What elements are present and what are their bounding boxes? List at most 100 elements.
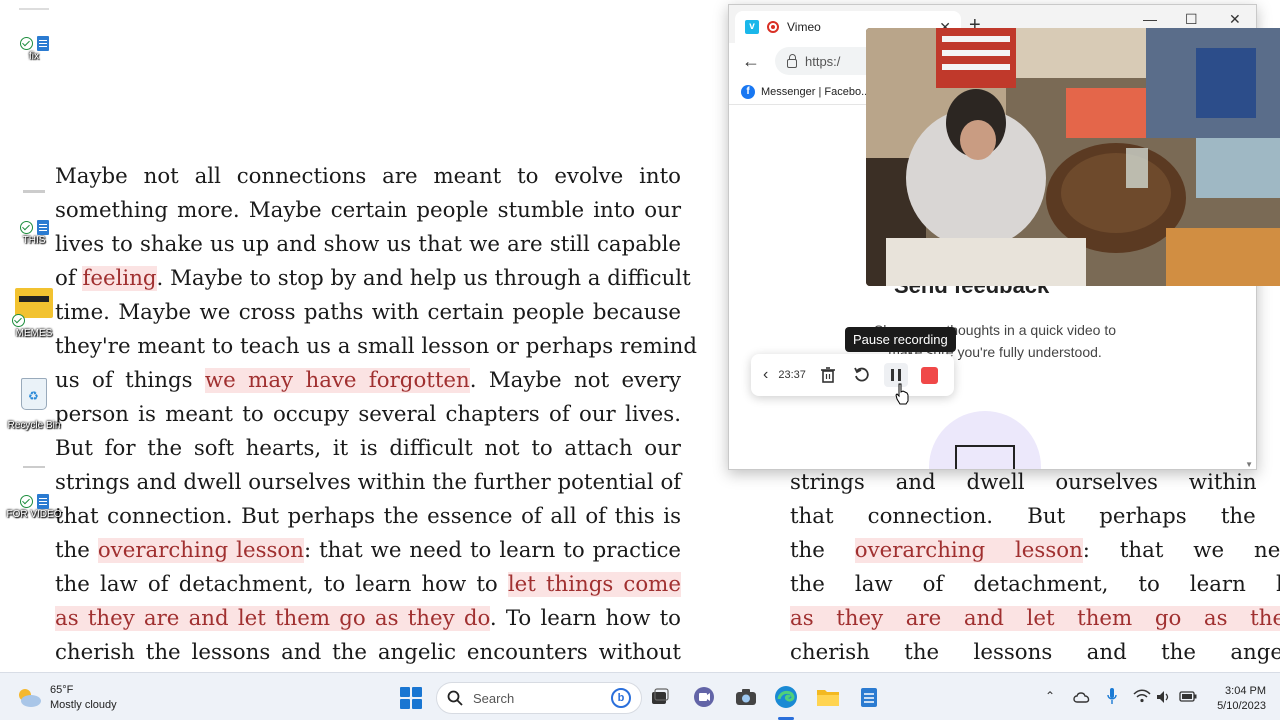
notepad-app-button[interactable] — [856, 684, 882, 710]
desktop-icon-thumbnail[interactable] — [4, 190, 64, 193]
text-line: of feeling. Maybe to stop by and help us… — [55, 262, 691, 296]
text-segment: us of things — [55, 368, 205, 393]
camera-app-button[interactable] — [733, 684, 759, 710]
camera-icon — [736, 689, 756, 705]
text-segment: the — [55, 538, 98, 563]
restart-recording-button[interactable] — [850, 363, 874, 387]
highlighted-text: as they are and let them go as they do — [790, 606, 1280, 631]
text-segment: cherish the lessons and the angelic enco… — [790, 640, 1280, 665]
text-segment: that connection. But perhaps the essence… — [55, 504, 681, 529]
text-line: strings and dwell ourselves within the f… — [790, 466, 1280, 500]
collapse-chevron-icon[interactable]: ‹ — [763, 366, 768, 384]
sync-check-icon — [19, 495, 33, 508]
pause-recording-tooltip: Pause recording — [845, 327, 956, 352]
desktop-icon-this[interactable]: THIS — [4, 220, 64, 246]
stop-icon — [921, 366, 939, 384]
desktop-icon-fix[interactable]: fix — [4, 36, 64, 62]
maximize-button[interactable]: ☐ — [1185, 11, 1198, 28]
desktop-icon-label: MEMES — [15, 328, 53, 339]
trash-icon — [820, 367, 835, 383]
text-line: person is meant to occupy several chapte… — [55, 398, 681, 432]
minimize-button[interactable]: — — [1143, 11, 1157, 27]
notepad-icon — [36, 36, 49, 51]
desktop-icon-recycle-bin[interactable]: ♻ Recycle Bin — [4, 378, 64, 431]
weather-widget[interactable]: 65°F Mostly cloudy — [16, 683, 117, 713]
text-line: cherish the lessons and the angelic enco… — [790, 636, 1280, 670]
bing-icon[interactable]: b — [611, 688, 631, 708]
search-icon — [447, 690, 463, 706]
desktop-icon-label: FOR VIDEO — [6, 509, 62, 520]
notepad-icon — [36, 220, 49, 235]
system-clock[interactable]: 3:04 PM 5/10/2023 — [1206, 684, 1266, 714]
highlighted-text: overarching lesson — [97, 538, 304, 563]
microphone-icon[interactable] — [1106, 687, 1118, 705]
battery-icon[interactable] — [1179, 690, 1197, 702]
scroll-down-arrow-icon[interactable]: ▼ — [1245, 460, 1253, 469]
text-line: us of things we may have forgotten. Mayb… — [55, 364, 681, 398]
desktop-icon-thumbnail-2[interactable] — [4, 466, 64, 468]
text-line: the law of detachment, to learn how to l… — [55, 568, 681, 602]
desktop-icon-thumbnail-top[interactable] — [4, 8, 64, 10]
recording-toolbar: ‹ 23:37 — [751, 354, 954, 396]
book-page-left: Maybe not all connections are meant to e… — [55, 160, 697, 670]
highlighted-text: as they are and let them go as they do — [55, 606, 490, 631]
task-view-button[interactable] — [647, 684, 673, 710]
text-segment: cherish the lessons and the angelic enco… — [55, 640, 681, 665]
delete-recording-button[interactable] — [816, 363, 840, 387]
taskbar: 65°F Mostly cloudy Search b ⌃ 3:04 PM 5/… — [0, 672, 1280, 720]
desktop-icon-label: fix — [29, 51, 39, 62]
lock-icon — [787, 53, 797, 68]
webcam-preview[interactable] — [866, 28, 1280, 286]
vimeo-icon: v — [745, 20, 759, 34]
text-line: that connection. But perhaps the essence… — [790, 500, 1280, 534]
bookmark-messenger[interactable]: Messenger | Facebo... — [761, 86, 870, 98]
text-segment: . Maybe not every — [469, 368, 681, 393]
stop-recording-button[interactable] — [918, 363, 942, 387]
desktop-icon-label: THIS — [22, 235, 46, 246]
feedback-illustration — [929, 411, 1041, 469]
text-line: they're meant to teach us a small lesson… — [55, 330, 697, 364]
back-button[interactable]: ← — [739, 51, 763, 72]
wifi-icon[interactable] — [1133, 689, 1151, 703]
onedrive-cloud-icon[interactable] — [1073, 691, 1091, 703]
volume-icon[interactable] — [1156, 690, 1172, 704]
text-segment: the — [790, 538, 855, 563]
text-line: Maybe not all connections are meant to e… — [55, 160, 681, 194]
text-segment: . To learn how to — [489, 606, 681, 631]
text-segment: But for the soft hearts, it is difficult… — [55, 436, 681, 461]
cloudy-weather-icon — [19, 689, 41, 707]
text-segment: that connection. But perhaps the essence… — [790, 504, 1280, 529]
text-segment: they're meant to teach us a small lesson… — [55, 334, 698, 359]
start-button[interactable] — [400, 687, 422, 709]
weather-description: Mostly cloudy — [50, 699, 117, 711]
recording-indicator-icon — [767, 21, 779, 33]
edge-icon — [775, 686, 797, 708]
text-segment: . Maybe to stop by and help us through a… — [156, 266, 691, 291]
teams-chat-button[interactable] — [691, 684, 717, 710]
text-segment: time. Maybe we cross paths with certain … — [55, 300, 681, 325]
restart-icon — [854, 367, 869, 382]
file-explorer-button[interactable] — [815, 684, 841, 710]
text-segment: : that we need to learn to practice — [303, 538, 681, 563]
sync-check-icon — [19, 221, 33, 234]
highlighted-text: let things come — [507, 572, 681, 597]
desktop-icon-memes[interactable]: MEMES — [4, 288, 64, 339]
text-line: the overarching lesson: that we need to … — [55, 534, 681, 568]
text-line: But for the soft hearts, it is difficult… — [55, 432, 681, 466]
text-segment: : that we need to lear — [1082, 538, 1280, 563]
edge-browser-button[interactable] — [773, 684, 799, 710]
taskbar-search[interactable]: Search b — [436, 682, 642, 714]
notepad-icon — [861, 688, 877, 707]
text-segment: the law of detachment, to learn how to — [55, 572, 508, 597]
recycle-bin-icon: ♻ — [21, 378, 47, 410]
highlighted-text: feeling — [82, 266, 157, 291]
text-line: cherish the lessons and the angelic enco… — [55, 636, 681, 670]
text-line: something more. Maybe certain people stu… — [55, 194, 681, 228]
text-line: the overarching lesson: that we need to … — [790, 534, 1280, 568]
text-line: as they are and let them go as they do. … — [790, 602, 1280, 636]
text-segment: Maybe not all connections are meant to e… — [55, 164, 681, 189]
desktop-icon-for-video[interactable]: FOR VIDEO — [4, 494, 64, 520]
close-window-button[interactable]: ✕ — [1229, 11, 1241, 28]
teams-chat-icon — [694, 687, 714, 707]
show-hidden-icons-chevron[interactable]: ⌃ — [1045, 689, 1055, 703]
